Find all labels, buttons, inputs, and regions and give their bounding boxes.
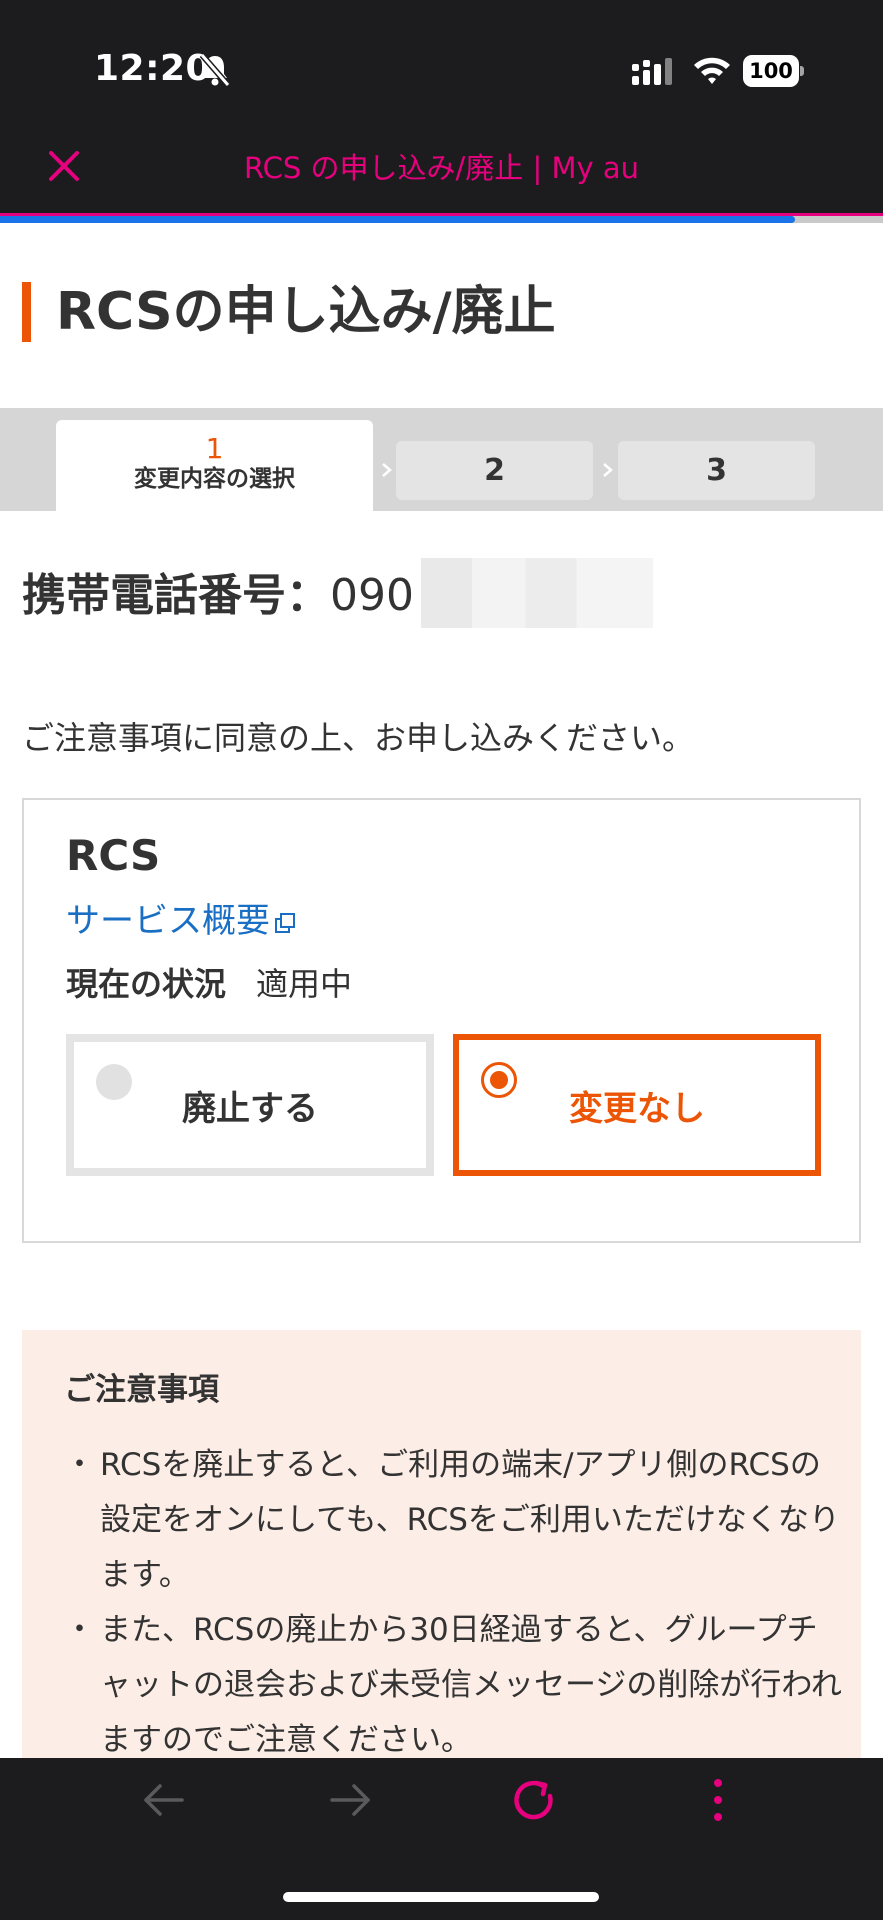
step-2: 2 bbox=[396, 441, 593, 500]
caution-list: RCSを廃止すると、ご利用の端末/アプリ側のRCSの設定をオンにしても、RCSを… bbox=[64, 1438, 844, 1768]
rcs-card: RCS サービス概要 現在の状況 適用中 廃止する 変更なし bbox=[22, 798, 861, 1243]
battery-level: 100 bbox=[743, 55, 799, 87]
heading-accent-bar bbox=[22, 282, 31, 342]
status-time: 12:20 bbox=[94, 48, 212, 89]
rcs-card-title: RCS bbox=[66, 831, 161, 880]
step-1-number: 1 bbox=[205, 432, 224, 465]
phone-number-label: 携帯電話番号： bbox=[22, 570, 330, 621]
step-3: 3 bbox=[618, 441, 815, 500]
cellular-signal-icon bbox=[632, 58, 672, 85]
home-indicator bbox=[283, 1892, 599, 1902]
battery-indicator: 100 bbox=[743, 55, 805, 87]
current-status-label: 現在の状況 bbox=[66, 965, 227, 1003]
option-cancel-radio[interactable]: 廃止する bbox=[66, 1034, 434, 1176]
battery-tip bbox=[800, 66, 804, 76]
service-overview-label: サービス概要 bbox=[66, 901, 270, 941]
step-1-active: 1 変更内容の選択 bbox=[56, 420, 373, 511]
browser-page-title: RCS の申し込み/廃止 | My au bbox=[243, 151, 640, 185]
caution-title: ご注意事項 bbox=[64, 1372, 219, 1408]
phone-number-value: 090 bbox=[330, 570, 414, 621]
caution-item: RCSを廃止すると、ご利用の端末/アプリ側のRCSの設定をオンにしても、RCSを… bbox=[64, 1438, 844, 1603]
option-no-change-radio[interactable]: 変更なし bbox=[453, 1034, 821, 1176]
external-link-icon bbox=[275, 913, 295, 933]
option-cancel-label: 廃止する bbox=[182, 1088, 318, 1129]
reload-icon[interactable] bbox=[508, 1774, 560, 1826]
browser-top-bar: 12:20 100 RCS の申し込み/廃止 | My au bbox=[0, 0, 883, 213]
caution-box: ご注意事項 RCSを廃止すると、ご利用の端末/アプリ側のRCSの設定をオンにして… bbox=[22, 1330, 861, 1790]
wifi-icon bbox=[694, 57, 730, 84]
load-progress-fill bbox=[0, 216, 795, 223]
redacted-mask bbox=[421, 558, 653, 628]
more-menu-icon[interactable] bbox=[692, 1774, 744, 1826]
chevron-right-icon bbox=[603, 463, 613, 477]
caution-item: また、RCSの廃止から30日経過すると、グループチャットの退会および未受信メッセ… bbox=[64, 1603, 844, 1768]
current-status-value: 適用中 bbox=[256, 965, 353, 1003]
service-overview-link[interactable]: サービス概要 bbox=[66, 898, 296, 944]
close-icon[interactable] bbox=[46, 148, 82, 184]
bell-muted-icon bbox=[199, 53, 231, 87]
current-status-row: 現在の状況 適用中 bbox=[66, 962, 352, 1006]
step-1-label: 変更内容の選択 bbox=[134, 466, 295, 492]
page-title: RCSの申し込み/廃止 bbox=[56, 282, 556, 342]
notice-text: ご注意事項に同意の上、お申し込みください。 bbox=[22, 719, 695, 757]
option-no-change-label: 変更なし bbox=[569, 1088, 705, 1129]
back-arrow-icon[interactable] bbox=[138, 1774, 190, 1826]
forward-arrow-icon[interactable] bbox=[324, 1774, 376, 1826]
chevron-right-icon bbox=[382, 463, 392, 477]
